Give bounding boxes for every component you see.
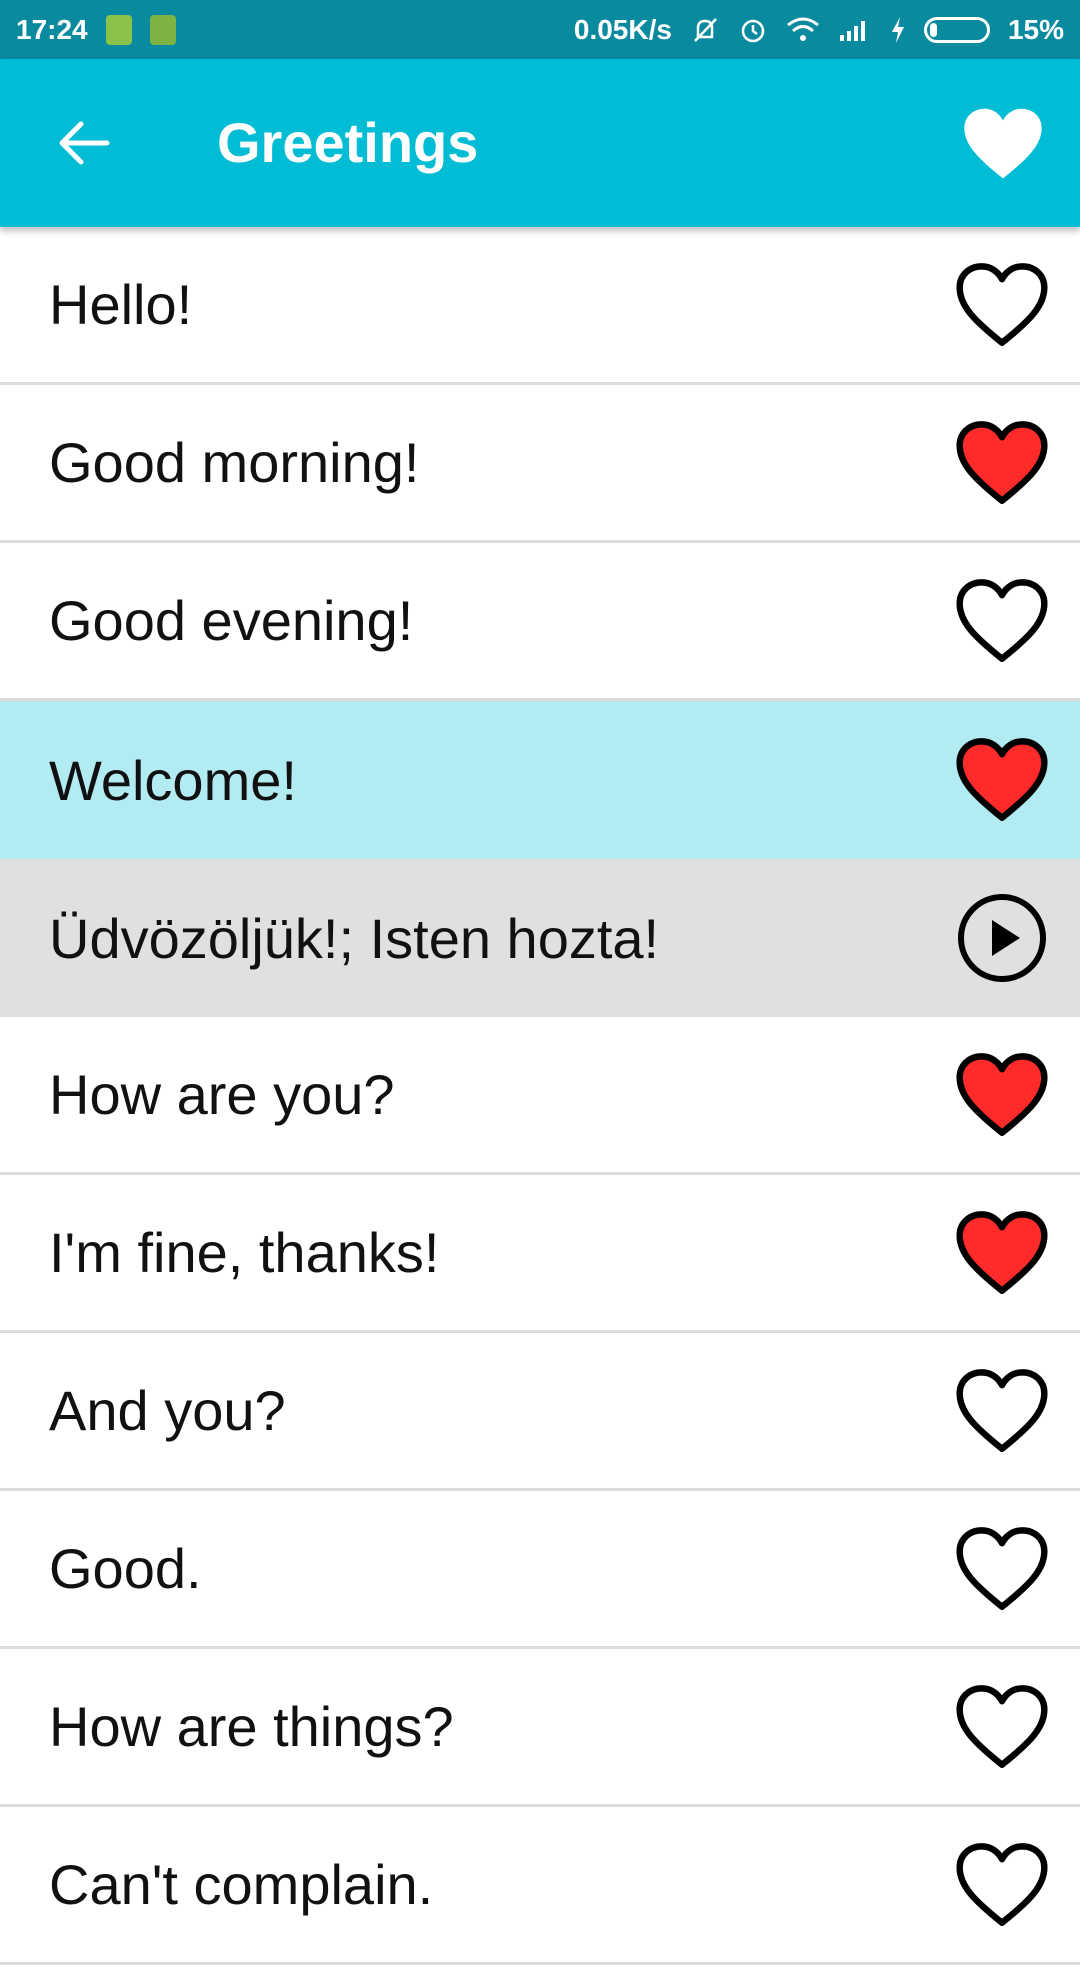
translation-row[interactable]: Üdvözöljük!; Isten hozta!: [0, 859, 1080, 1017]
alarm-icon: [738, 15, 768, 45]
heart-filled-icon: [964, 108, 1042, 179]
phrase-label: How are you?: [49, 1063, 395, 1126]
heart-filled-icon[interactable]: [954, 1047, 1050, 1143]
list-item[interactable]: Good morning!: [0, 385, 1080, 543]
list-item[interactable]: I'm fine, thanks!: [0, 1175, 1080, 1333]
list-item[interactable]: Good evening!: [0, 543, 1080, 701]
battery-notify-icon: [105, 14, 132, 45]
battery-icon: [923, 16, 990, 43]
favorites-button[interactable]: [960, 101, 1046, 187]
list-item[interactable]: And you?: [0, 1333, 1080, 1491]
arrow-left-icon: [59, 121, 110, 165]
back-button[interactable]: [44, 103, 124, 183]
heart-filled-icon[interactable]: [954, 732, 1050, 828]
list-item[interactable]: How are you?: [0, 1017, 1080, 1175]
status-bar: 17:24 0.05K/s 15%: [0, 0, 1080, 59]
phrase-label: Can't complain.: [49, 1853, 434, 1916]
list-item[interactable]: How are things?: [0, 1649, 1080, 1807]
heart-outline-icon[interactable]: [954, 1837, 1050, 1933]
wifi-icon: [786, 16, 820, 44]
phrase-label: Good morning!: [49, 431, 420, 494]
status-time: 17:24: [16, 13, 88, 45]
list-item[interactable]: Hello!: [0, 227, 1080, 385]
app-bar: Greetings: [0, 59, 1080, 227]
battery-percent: 15%: [1007, 13, 1064, 45]
signal-icon: [838, 17, 872, 43]
phrase-label: Good.: [49, 1537, 202, 1600]
net-speed: 0.05K/s: [573, 13, 672, 45]
phrase-list: Hello! Good morning! Good evening! Welcome!…: [0, 227, 1080, 1965]
heart-outline-icon[interactable]: [954, 1363, 1050, 1459]
phrase-label: How are things?: [49, 1695, 454, 1758]
list-item[interactable]: Good.: [0, 1491, 1080, 1649]
mute-icon: [690, 15, 720, 45]
phrase-label: Hello!: [49, 273, 193, 336]
heart-outline-icon[interactable]: [954, 257, 1050, 353]
android-icon: [149, 14, 176, 45]
heart-filled-icon[interactable]: [954, 415, 1050, 511]
phrase-label: Good evening!: [49, 589, 414, 652]
heart-outline-icon[interactable]: [954, 1521, 1050, 1617]
list-item[interactable]: Can't complain.: [0, 1807, 1080, 1965]
phrase-label: And you?: [49, 1379, 286, 1442]
play-icon[interactable]: [954, 890, 1050, 986]
page-title: Greetings: [217, 111, 479, 174]
phrase-label: I'm fine, thanks!: [49, 1221, 440, 1284]
charging-icon: [890, 16, 906, 44]
heart-outline-icon[interactable]: [954, 573, 1050, 669]
heart-outline-icon[interactable]: [954, 1679, 1050, 1775]
heart-filled-icon[interactable]: [954, 1205, 1050, 1301]
list-item[interactable]: Welcome!: [0, 701, 1080, 859]
phrase-label: Welcome!: [49, 748, 297, 812]
translation-text: Üdvözöljük!; Isten hozta!: [49, 906, 660, 970]
